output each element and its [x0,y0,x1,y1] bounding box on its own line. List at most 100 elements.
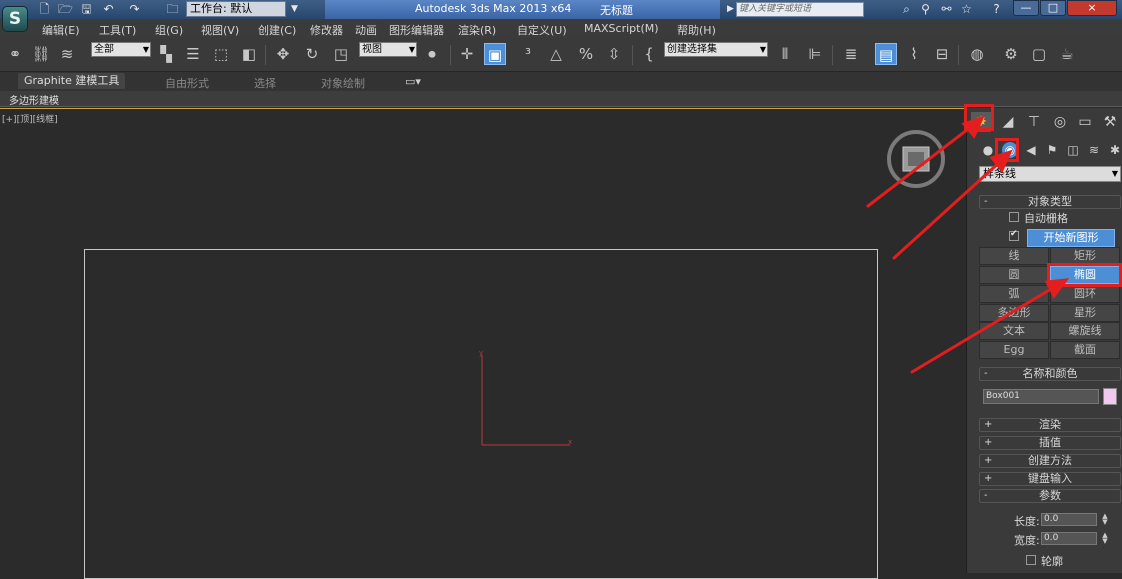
parameters-rollout[interactable]: - 参数 [979,489,1121,503]
redo-icon[interactable]: ↷ [128,2,141,16]
ribbon-options-icon[interactable]: ▭▾ [405,75,421,88]
select-object-icon[interactable]: ▚ [155,43,177,65]
communication-center-icon[interactable]: ⚲ [919,2,932,16]
named-selection-dropdown[interactable]: 创建选择集 [664,42,768,57]
viewport-top[interactable]: [+][顶][线框] y x [0,108,966,579]
interpolation-rollout[interactable]: + 插值 [979,436,1121,450]
parameters-title: 参数 [1039,489,1061,502]
minimize-button[interactable]: — [1013,0,1039,16]
menu-help[interactable]: 帮助(H) [677,22,716,38]
select-manipulate-icon[interactable]: ✛ [456,43,478,65]
undo-icon[interactable]: ↶ [102,2,115,16]
menu-create[interactable]: 创建(C) [258,22,296,38]
binoculars-icon[interactable]: ⌕ [900,2,913,16]
render-setup-icon[interactable]: ⚙ [1000,43,1022,65]
menu-views[interactable]: 视图(V) [201,22,239,38]
viewport-label[interactable]: [+][顶][线框] [2,112,58,125]
rollout-expand-icon: + [984,473,993,484]
keyboard-shortcut-override-icon[interactable]: ▣ [484,43,506,65]
menu-customize[interactable]: 自定义(U) [517,22,567,38]
annotation-arrows [866,115,1070,374]
menu-maxscript[interactable]: MAXScript(M) [584,22,659,35]
annotation-arrow-1 [866,124,974,208]
new-file-icon[interactable]: 🗋 [38,2,51,16]
app-logo-button[interactable]: S [2,6,28,32]
window-crossing-icon[interactable]: ◧ [238,43,260,65]
open-file-icon[interactable]: 🗁 [58,2,73,16]
angle-snap-icon[interactable]: △ [545,43,567,65]
width-spinner[interactable]: 0.0 [1041,532,1097,545]
toolbar-separator [265,45,266,65]
menu-modifiers[interactable]: 修改器 [310,22,343,38]
ribbon-tab-selection[interactable]: 选择 [254,75,276,91]
close-button[interactable]: × [1067,0,1117,16]
selection-filter-dropdown[interactable]: 全部 [91,42,151,57]
length-label: 长度: [1014,515,1040,528]
select-and-move-icon[interactable]: ✥ [272,43,294,65]
ribbon-tab-freeform[interactable]: 自由形式 [165,75,209,91]
material-editor-icon[interactable]: ◍ [966,43,988,65]
keyboard-entry-rollout[interactable]: + 键盘输入 [979,472,1121,486]
ribbon-bar: Graphite 建模工具 自由形式 选择 对象绘制 ▭▾ [0,72,1122,91]
project-folder-icon[interactable]: 🗀 [166,2,179,16]
restore-button[interactable]: □ [1040,0,1066,16]
menu-tools[interactable]: 工具(T) [99,22,136,38]
menu-group[interactable]: 组(G) [155,22,183,38]
rollout-expand-icon: + [984,455,993,466]
workspace-dropdown[interactable]: 工作台: 默认 [186,1,286,17]
width-spinner-arrows-icon[interactable]: ▲ ▼ [1101,532,1109,545]
exchange-icon[interactable]: ⚯ [940,2,953,16]
outline-label: 轮廓 [1041,555,1063,568]
align-icon[interactable]: ⊫ [804,43,826,65]
search-input[interactable]: 键入关键字或短语 [736,2,864,17]
workspace-dropdown-arrow-icon[interactable]: ▼ [288,2,301,16]
rendered-frame-window-icon[interactable]: ▢ [1028,43,1050,65]
ribbon-tab-object-paint[interactable]: 对象绘制 [321,75,365,91]
reference-coordinate-dropdown[interactable]: 视图 [359,42,417,57]
schematic-view-icon[interactable]: ⊟ [931,43,953,65]
ribbon-tab-graphite[interactable]: Graphite 建模工具 [18,73,126,89]
object-color-swatch[interactable] [1103,388,1117,405]
select-and-rotate-icon[interactable]: ↻ [301,43,323,65]
rectangular-selection-icon[interactable]: ⬚ [210,43,232,65]
edit-named-selection-icon[interactable]: { [638,43,660,65]
polygon-modeling-label[interactable]: 多边形建模 [9,92,59,107]
help-icon[interactable]: ? [990,2,1003,16]
bind-space-warp-icon[interactable]: ≋ [56,43,78,65]
menu-rendering[interactable]: 渲染(R) [458,22,496,38]
ribbon-subpanel: 多边形建模 [0,91,1122,107]
unlink-icon[interactable]: ⛓ [30,43,52,65]
annotation-arrowhead-3 [1044,278,1070,299]
select-and-link-icon[interactable]: ⚭ [4,43,26,65]
axis-x-label: x [568,438,573,446]
toolbar-separator [832,45,833,65]
length-spinner[interactable]: 0.0 [1041,513,1097,526]
spinner-snap-icon[interactable]: ⇳ [603,43,625,65]
graphite-toggle-icon[interactable]: ▤ [875,43,897,65]
render-production-icon[interactable]: ☕ [1056,43,1078,65]
rollout-expand-icon: + [984,419,993,430]
save-icon[interactable]: 🖫 [80,2,93,16]
curve-editor-icon[interactable]: ⌇ [903,43,925,65]
pivot-center-icon[interactable]: ⏺ [421,43,443,65]
object-name-input[interactable]: Box001 [983,389,1099,404]
menu-edit[interactable]: 编辑(E) [42,22,80,38]
toolbar-separator [958,45,959,65]
creation-method-title: 创建方法 [1028,454,1072,467]
creation-method-rollout[interactable]: + 创建方法 [979,454,1121,468]
length-spinner-arrows-icon[interactable]: ▲ ▼ [1101,513,1109,526]
rollout-expand-icon: + [984,437,993,448]
title-bar: 🗋 🗁 🖫 ↶ ↷ 🗀 工作台: 默认 ▼ Autodesk 3ds Max 2… [0,0,1122,19]
rendering-rollout[interactable]: + 渲染 [979,418,1121,432]
percent-snap-icon[interactable]: % [575,43,597,65]
menu-graph-editors[interactable]: 图形编辑器 [389,22,444,38]
snaps-toggle-icon[interactable]: ³ [517,43,539,65]
layer-manager-icon[interactable]: ≣ [840,43,862,65]
mirror-icon[interactable]: ⫴ [774,43,796,65]
select-and-scale-icon[interactable]: ◳ [330,43,352,65]
menu-animation[interactable]: 动画 [355,22,377,38]
favorites-star-icon[interactable]: ☆ [960,2,973,16]
outline-checkbox[interactable] [1026,555,1036,565]
select-by-name-icon[interactable]: ☰ [182,43,204,65]
toolbar-separator [632,45,633,65]
